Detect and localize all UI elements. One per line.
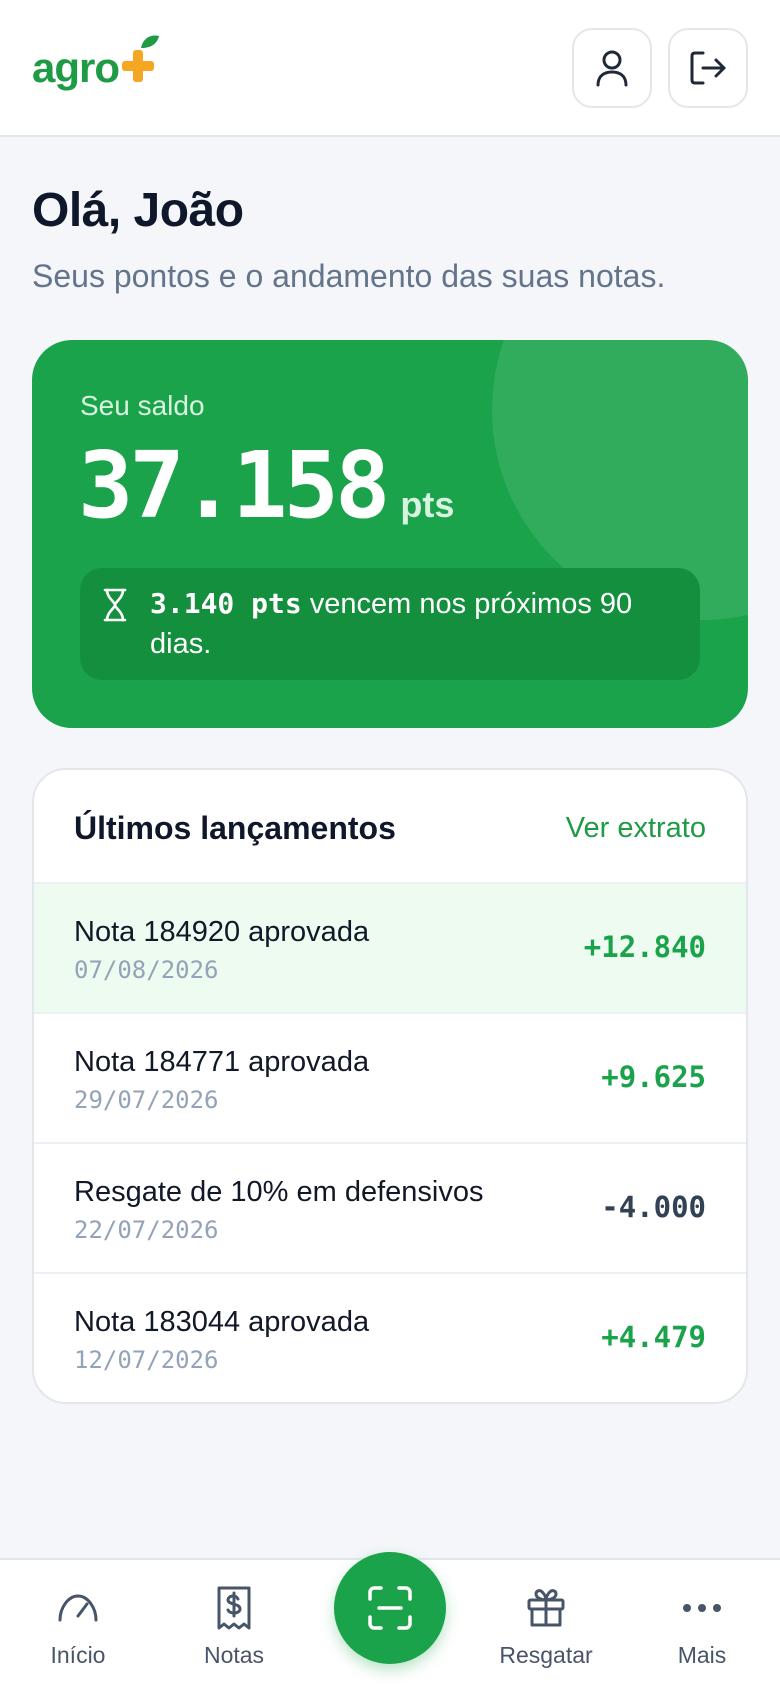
- more-icon: [682, 1586, 722, 1630]
- transaction-date: 29/07/2026: [74, 1086, 219, 1114]
- page-title: Olá, João: [32, 184, 244, 237]
- balance-unit: pts: [400, 484, 455, 525]
- transaction-row[interactable]: Resgate de 10% em defensivos 22/07/2026 …: [34, 1144, 746, 1274]
- transaction-date: 22/07/2026: [74, 1216, 219, 1244]
- nav-item-mais[interactable]: Mais: [642, 1560, 762, 1688]
- transaction-amount: +9.625: [601, 1060, 706, 1094]
- transaction-amount: -4.000: [601, 1190, 706, 1224]
- hourglass-icon: [102, 588, 128, 627]
- app-header: agro: [0, 0, 780, 137]
- transactions-header: Últimos lançamentos Ver extrato: [34, 770, 746, 884]
- transactions-title: Últimos lançamentos: [74, 810, 396, 846]
- plus-leaf-icon: [119, 34, 161, 89]
- transaction-row[interactable]: Nota 184771 aprovada 29/07/2026 +9.625: [34, 1014, 746, 1144]
- transaction-row[interactable]: Nota 184920 aprovada 07/08/2026 +12.840: [34, 884, 746, 1014]
- app-logo[interactable]: agro: [32, 35, 161, 98]
- transaction-name: Nota 184771 aprovada: [74, 1046, 370, 1078]
- transaction-date: 07/08/2026: [74, 956, 219, 984]
- transaction-name: Nota 184920 aprovada: [74, 916, 370, 948]
- scan-icon: [368, 1586, 412, 1630]
- transaction-name: Nota 183044 aprovada: [74, 1306, 370, 1338]
- expiring-text: 3.140 pts vencem nos próximos 90 dias.: [150, 584, 670, 664]
- gift-icon: [526, 1586, 566, 1630]
- nav-item-resgatar[interactable]: Resgatar: [486, 1560, 606, 1688]
- scan-button[interactable]: [334, 1552, 446, 1664]
- nav-item-inicio[interactable]: Início: [18, 1560, 138, 1688]
- nav-item-notas[interactable]: Notas: [174, 1560, 294, 1688]
- gauge-icon: [56, 1586, 100, 1630]
- transaction-row[interactable]: Nota 183044 aprovada 12/07/2026 +4.479: [34, 1274, 746, 1402]
- transactions-card: Últimos lançamentos Ver extrato Nota 184…: [32, 768, 748, 1404]
- profile-button[interactable]: [572, 28, 652, 108]
- balance-card: Seu saldo 37.158 pts 3.140 pts vencem no…: [32, 340, 748, 728]
- transaction-date: 12/07/2026: [74, 1346, 219, 1374]
- logout-button[interactable]: [668, 28, 748, 108]
- page-subtitle: Seus pontos e o andamento das suas notas…: [32, 258, 666, 294]
- balance-label: Seu saldo: [80, 390, 205, 421]
- balance-value: 37.158: [78, 432, 390, 539]
- balance-value-row: 37.158 pts: [78, 432, 454, 539]
- receipt-icon: [216, 1586, 252, 1630]
- logout-icon: [690, 51, 726, 85]
- transaction-amount: +12.840: [583, 930, 706, 964]
- transaction-name: Resgate de 10% em defensivos: [74, 1176, 484, 1208]
- expiring-points: 3.140 pts: [150, 587, 302, 620]
- expiring-points-notice: 3.140 pts vencem nos próximos 90 dias.: [80, 568, 700, 680]
- transaction-amount: +4.479: [601, 1320, 706, 1354]
- logo-text: agro: [32, 44, 120, 91]
- nav-label: Mais: [677, 1642, 727, 1668]
- nav-label: Resgatar: [499, 1642, 593, 1668]
- nav-label: Início: [50, 1642, 106, 1668]
- user-icon: [596, 50, 628, 87]
- view-statement-link[interactable]: Ver extrato: [566, 812, 706, 845]
- nav-label: Notas: [203, 1642, 265, 1668]
